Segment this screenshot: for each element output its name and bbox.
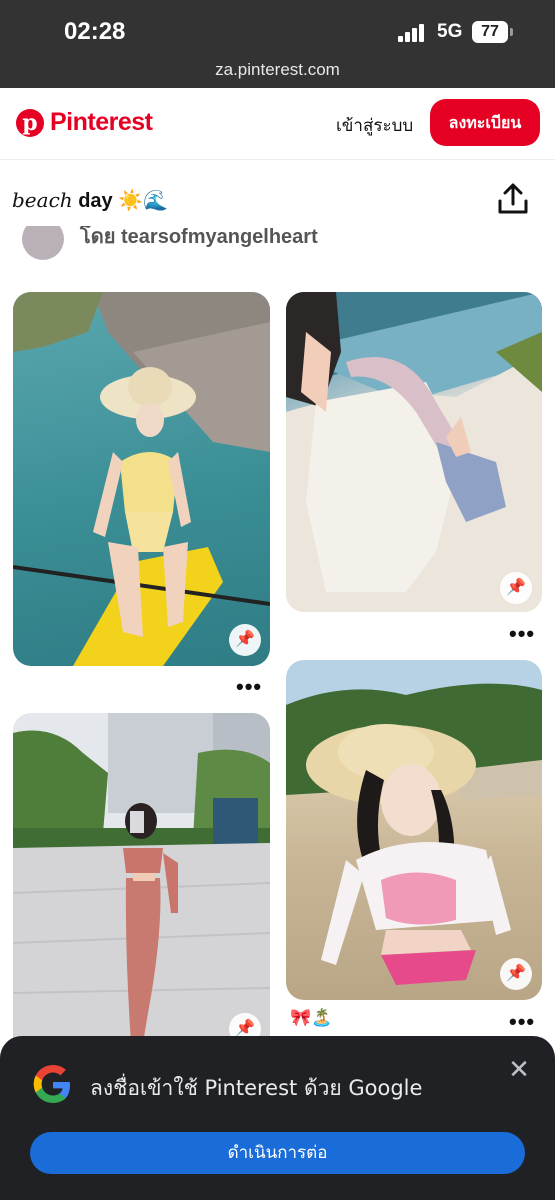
address-bar[interactable]: za.pinterest.com [0, 60, 555, 80]
pin-more-button[interactable]: ••• [509, 1009, 535, 1035]
signup-button[interactable]: ลงทะเบียน [430, 99, 540, 146]
battery-tip [510, 28, 513, 36]
continue-button[interactable]: ดำเนินการต่อ [30, 1132, 525, 1174]
signal-icon [398, 24, 428, 42]
board-title: beach day ☀️🌊 [12, 188, 168, 213]
board-title-bold: day [78, 190, 113, 212]
google-signin-sheet: ลงชื่อเข้าใช้ Pinterest ด้วย Google ✕ ดำ… [0, 1036, 555, 1200]
board-title-row: beach day ☀️🌊 [0, 170, 555, 230]
board-title-script: beach [12, 188, 73, 212]
close-icon[interactable]: ✕ [506, 1056, 532, 1082]
avatar [22, 226, 64, 260]
pin-image [286, 292, 542, 612]
logo-text: Pinterest [50, 108, 153, 136]
status-time: 02:28 [64, 18, 126, 45]
pin-save-icon[interactable]: 📌 [500, 572, 532, 604]
pin-image [286, 683, 542, 985]
pin-more-button[interactable]: ••• [509, 621, 535, 647]
battery-icon: 77 [472, 21, 508, 43]
google-signin-title: ลงชื่อเข้าใช้ Pinterest ด้วย Google [90, 1076, 423, 1100]
pin-image [13, 292, 270, 666]
pinterest-logo-icon: p [16, 108, 44, 137]
google-g-icon [33, 1065, 70, 1103]
status-bar: 02:28 5G 77 za.pinterest.com [0, 0, 555, 88]
author-row[interactable]: โดย tearsofmyangelheart [0, 226, 555, 262]
board-title-emoji: ☀️🌊 [118, 190, 169, 212]
share-icon[interactable] [494, 180, 532, 218]
pinterest-logo[interactable]: p Pinterest [16, 108, 153, 137]
pin-save-icon[interactable]: 📌 [229, 624, 261, 656]
pin-image [13, 713, 270, 1053]
pin-card[interactable]: 📌 [13, 292, 270, 666]
site-header: p Pinterest เข้าสู่ระบบ ลงทะเบียน [0, 88, 555, 160]
pin-more-button[interactable]: ••• [236, 674, 262, 700]
pin-card[interactable]: 📌 [13, 713, 270, 1053]
pin-save-icon[interactable]: 📌 [500, 958, 532, 990]
author-name: โดย tearsofmyangelheart [80, 226, 318, 248]
login-button[interactable]: เข้าสู่ระบบ [336, 112, 413, 139]
pin-caption: 🎀🏝️ [290, 1008, 333, 1027]
pin-card[interactable]: 📌 [286, 292, 542, 612]
pin-card[interactable]: 📌 [286, 660, 542, 1000]
network-type: 5G [437, 21, 463, 42]
page: 02:28 5G 77 za.pinterest.com p Pinterest… [0, 0, 555, 1200]
